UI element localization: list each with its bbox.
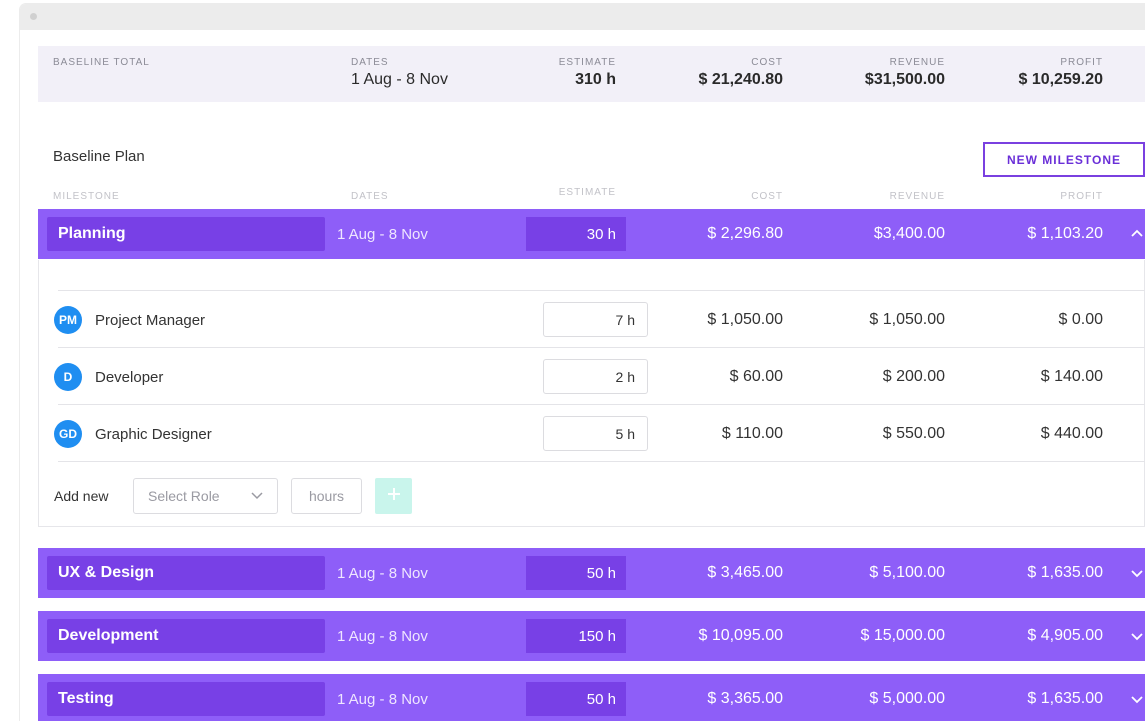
column-header-revenue: REVENUE — [889, 191, 945, 202]
summary-title: BASELINE TOTAL — [53, 57, 150, 68]
milestone-revenue: $ 5,000.00 — [869, 690, 945, 707]
column-header-profit: PROFIT — [1060, 191, 1103, 202]
milestone-estimate[interactable]: 150 h — [526, 619, 626, 653]
add-new-role-row: Add new Select Role hours — [54, 478, 854, 514]
milestone-name[interactable]: UX & Design — [47, 556, 325, 590]
avatar: D — [54, 363, 82, 391]
role-hours-input[interactable]: 2 h — [543, 359, 648, 394]
milestone-name[interactable]: Development — [47, 619, 325, 653]
role-row-project-manager: PM Project Manager 7 h $ 1,050.00 $ 1,05… — [54, 292, 1145, 348]
milestone-row-planning[interactable]: Planning 1 Aug - 8 Nov 30 h $ 2,296.80 $… — [38, 209, 1145, 259]
milestone-dates[interactable]: 1 Aug - 8 Nov — [337, 209, 428, 259]
chevron-down-icon[interactable] — [1130, 548, 1144, 598]
app-window: BASELINE TOTAL DATES 1 Aug - 8 Nov ESTIM… — [20, 4, 1145, 721]
role-revenue: $ 550.00 — [882, 425, 945, 442]
add-new-label: Add new — [54, 488, 109, 504]
milestone-revenue: $ 5,100.00 — [869, 564, 945, 581]
summary-cost: COST $ 21,240.80 — [638, 57, 783, 89]
column-header-estimate: ESTIMATE — [558, 187, 616, 198]
milestone-revenue: $ 15,000.00 — [860, 627, 945, 644]
role-profit: $ 0.00 — [1058, 311, 1103, 328]
baseline-total-summary: BASELINE TOTAL DATES 1 Aug - 8 Nov ESTIM… — [38, 46, 1145, 102]
new-milestone-button[interactable]: NEW MILESTONE — [983, 142, 1145, 177]
summary-dates: DATES 1 Aug - 8 Nov — [351, 57, 448, 89]
divider — [58, 290, 1145, 291]
milestone-profit: $ 1,635.00 — [1027, 690, 1103, 707]
plus-icon — [387, 487, 401, 506]
summary-revenue: REVENUE $31,500.00 — [798, 57, 945, 89]
milestone-estimate[interactable]: 50 h — [526, 556, 626, 590]
add-role-button[interactable] — [375, 478, 412, 514]
chevron-down-icon — [250, 488, 264, 505]
role-row-developer: D Developer 2 h $ 60.00 $ 200.00 $ 140.0… — [54, 349, 1145, 405]
summary-dates-value: 1 Aug - 8 Nov — [351, 71, 448, 88]
divider — [58, 347, 1145, 348]
column-header-cost: COST — [751, 191, 783, 202]
role-name: Graphic Designer — [95, 425, 212, 443]
role-profit: $ 140.00 — [1040, 368, 1103, 385]
role-cost: $ 60.00 — [729, 368, 783, 385]
column-header-milestone: MILESTONE — [53, 191, 120, 202]
avatar: PM — [54, 306, 82, 334]
avatar: GD — [54, 420, 82, 448]
milestone-cost: $ 2,296.80 — [707, 225, 783, 242]
role-hours-input[interactable]: 5 h — [543, 416, 648, 451]
hours-input[interactable]: hours — [291, 478, 362, 514]
summary-revenue-label: REVENUE — [889, 57, 945, 68]
milestone-estimate[interactable]: 30 h — [526, 217, 626, 251]
milestone-cost: $ 10,095.00 — [698, 627, 783, 644]
summary-estimate: ESTIMATE 310 h — [516, 57, 616, 89]
chevron-down-icon[interactable] — [1130, 611, 1144, 661]
milestone-estimate[interactable]: 50 h — [526, 682, 626, 716]
milestone-dates[interactable]: 1 Aug - 8 Nov — [337, 674, 428, 721]
select-role-placeholder: Select Role — [148, 488, 220, 504]
milestone-row-development[interactable]: Development 1 Aug - 8 Nov 150 h $ 10,095… — [38, 611, 1145, 661]
role-row-graphic-designer: GD Graphic Designer 5 h $ 110.00 $ 550.0… — [54, 406, 1145, 462]
role-cost: $ 1,050.00 — [707, 311, 783, 328]
summary-estimate-label: ESTIMATE — [558, 57, 616, 68]
window-dot-icon — [30, 13, 37, 20]
role-name: Developer — [95, 368, 164, 386]
chevron-up-icon[interactable] — [1130, 209, 1144, 259]
milestone-profit: $ 1,635.00 — [1027, 564, 1103, 581]
milestone-revenue: $3,400.00 — [873, 225, 945, 242]
select-role-dropdown[interactable]: Select Role — [133, 478, 278, 514]
summary-estimate-value: 310 h — [575, 71, 616, 88]
summary-cost-value: $ 21,240.80 — [698, 71, 783, 88]
milestone-profit: $ 4,905.00 — [1027, 627, 1103, 644]
milestone-cost: $ 3,365.00 — [707, 690, 783, 707]
summary-profit-label: PROFIT — [1060, 57, 1103, 68]
milestone-profit: $ 1,103.20 — [1027, 225, 1103, 242]
role-hours-input[interactable]: 7 h — [543, 302, 648, 337]
chevron-down-icon[interactable] — [1130, 674, 1144, 721]
milestone-cost: $ 3,465.00 — [707, 564, 783, 581]
milestone-row-ux-design[interactable]: UX & Design 1 Aug - 8 Nov 50 h $ 3,465.0… — [38, 548, 1145, 598]
role-profit: $ 440.00 — [1040, 425, 1103, 442]
title-bar — [20, 4, 1145, 30]
milestone-name[interactable]: Planning — [47, 217, 325, 251]
summary-cost-label: COST — [751, 57, 783, 68]
summary-dates-label: DATES — [351, 57, 389, 68]
role-name: Project Manager — [95, 311, 206, 329]
milestone-name[interactable]: Testing — [47, 682, 325, 716]
milestone-dates[interactable]: 1 Aug - 8 Nov — [337, 548, 428, 598]
role-revenue: $ 200.00 — [882, 368, 945, 385]
milestone-dates[interactable]: 1 Aug - 8 Nov — [337, 611, 428, 661]
divider — [58, 404, 1145, 405]
role-cost: $ 110.00 — [721, 425, 783, 442]
summary-profit: PROFIT $ 10,259.20 — [958, 57, 1103, 89]
summary-revenue-value: $31,500.00 — [864, 71, 945, 88]
plan-title: Baseline Plan — [53, 148, 145, 165]
divider — [58, 461, 1145, 462]
role-revenue: $ 1,050.00 — [869, 311, 945, 328]
column-header-dates: DATES — [351, 191, 389, 202]
milestone-row-testing[interactable]: Testing 1 Aug - 8 Nov 50 h $ 3,365.00 $ … — [38, 674, 1145, 721]
summary-label: BASELINE TOTAL — [53, 57, 150, 68]
summary-profit-value: $ 10,259.20 — [1018, 71, 1103, 88]
